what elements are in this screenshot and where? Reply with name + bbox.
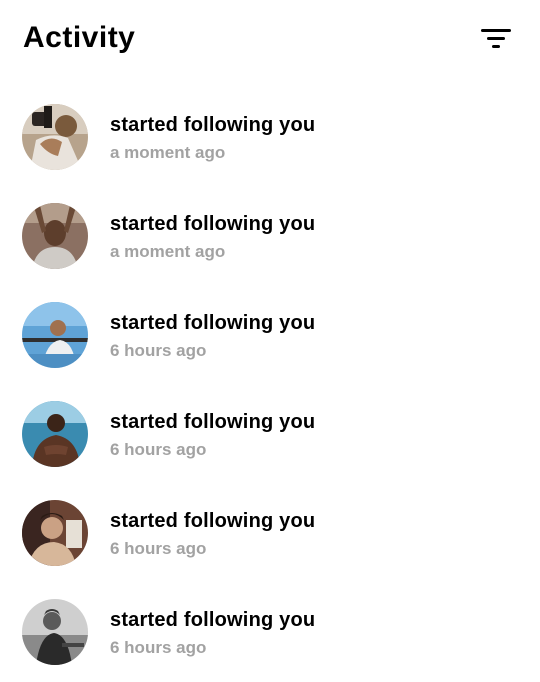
activity-time: a moment ago	[110, 242, 226, 261]
activity-action: started following you	[110, 411, 316, 433]
page-title: Activity	[23, 21, 136, 54]
user-avatar[interactable]	[22, 599, 88, 665]
activity-item[interactable]: started following you 6 hours ago	[0, 583, 540, 682]
user-avatar[interactable]	[22, 203, 88, 269]
user-avatar[interactable]	[22, 302, 88, 368]
activity-item[interactable]: started following you 6 hours ago	[0, 385, 540, 484]
activity-action: started following you	[110, 213, 316, 235]
filter-icon[interactable]	[478, 26, 512, 52]
user-avatar[interactable]	[22, 500, 88, 566]
activity-time: 6 hours ago	[110, 341, 207, 360]
activity-action: started following you	[110, 609, 316, 631]
activity-action: started following you	[110, 312, 316, 334]
activity-item[interactable]: started following you a moment ago	[0, 88, 540, 187]
activity-item[interactable]: started following you a moment ago	[0, 187, 540, 286]
header: Activity	[0, 0, 540, 80]
user-avatar[interactable]	[22, 104, 88, 170]
user-avatar[interactable]	[22, 401, 88, 467]
activity-action: started following you	[110, 114, 316, 136]
activity-item[interactable]: started following you 6 hours ago	[0, 484, 540, 583]
activity-list: started following you a moment ago start…	[0, 88, 540, 682]
activity-action: started following you	[110, 510, 316, 532]
activity-time: a moment ago	[110, 143, 226, 162]
activity-time: 6 hours ago	[110, 440, 207, 459]
activity-time: 6 hours ago	[110, 539, 207, 558]
activity-item[interactable]: started following you 6 hours ago	[0, 286, 540, 385]
activity-time: 6 hours ago	[110, 638, 207, 657]
